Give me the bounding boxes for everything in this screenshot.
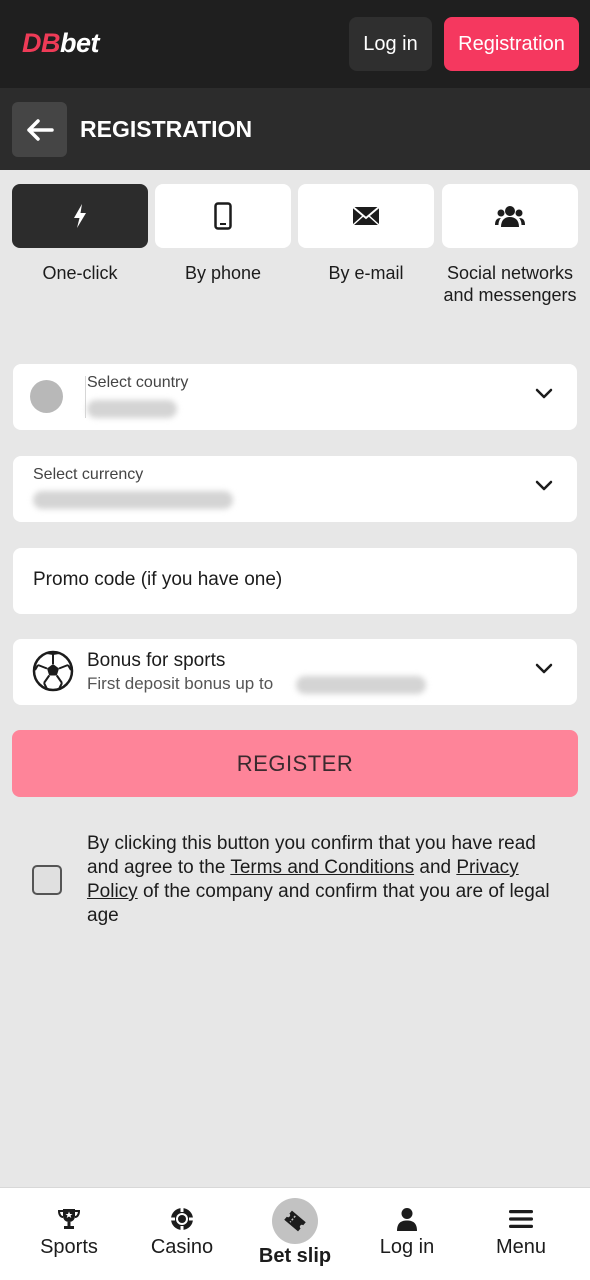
- consent-text: By clicking this button you confirm that…: [87, 833, 550, 926]
- tab-label-one-click: One-click: [42, 263, 118, 283]
- currency-select[interactable]: Select currency: [13, 456, 577, 522]
- nav-sports[interactable]: Sports: [24, 1188, 114, 1280]
- casino-chip-icon: [171, 1208, 193, 1230]
- user-icon: [397, 1208, 417, 1231]
- tab-by-email[interactable]: [298, 184, 434, 248]
- bonus-title: Bonus for sports: [87, 650, 226, 671]
- nav-menu-label: Menu: [495, 1236, 547, 1258]
- nav-sports-label: Sports: [40, 1236, 98, 1258]
- login-button[interactable]: Log in: [349, 17, 432, 71]
- bonus-amount-redacted: [296, 676, 426, 694]
- phone-icon: [214, 202, 232, 230]
- nav-login-label: Log in: [379, 1236, 435, 1258]
- nav-bet-slip-label[interactable]: Bet slip: [240, 1245, 350, 1268]
- promo-code-placeholder: Promo code (if you have one): [33, 569, 283, 590]
- soccer-ball-icon: [32, 650, 74, 692]
- divider: [85, 376, 86, 418]
- nav-login[interactable]: Log in: [362, 1188, 452, 1280]
- users-icon: [495, 206, 525, 227]
- tab-one-click[interactable]: [12, 184, 148, 248]
- currency-label: Select currency: [33, 466, 144, 483]
- currency-value-redacted: [33, 491, 233, 509]
- country-select[interactable]: Select country: [13, 364, 577, 430]
- nav-casino[interactable]: Casino: [137, 1188, 227, 1280]
- back-button[interactable]: [12, 102, 67, 157]
- dbbet-logo[interactable]: DBbet: [22, 28, 100, 59]
- register-button[interactable]: REGISTER: [12, 730, 578, 797]
- top-bar: DBbet Log in Registration: [0, 0, 590, 88]
- envelope-icon: [352, 206, 380, 226]
- lightning-icon: [74, 204, 86, 228]
- nav-casino-label: Casino: [150, 1236, 214, 1258]
- page-header: REGISTRATION: [0, 88, 590, 170]
- chevron-down-icon: [535, 388, 553, 399]
- chevron-down-icon: [535, 663, 553, 674]
- chevron-down-icon: [535, 480, 553, 491]
- bonus-subtitle: First deposit bonus up to: [87, 674, 274, 693]
- tab-label-by-phone: By phone: [184, 263, 262, 283]
- bottom-nav: Sports Casino Bet slip Log in Menu: [0, 1187, 590, 1280]
- trophy-icon: [57, 1209, 81, 1229]
- country-label: Select country: [87, 374, 189, 391]
- consent-checkbox[interactable]: [32, 865, 62, 895]
- hamburger-icon: [509, 1210, 533, 1228]
- country-flag: [30, 380, 63, 413]
- country-value-redacted: [87, 400, 177, 418]
- nav-bet-slip[interactable]: [272, 1198, 318, 1244]
- tab-by-phone[interactable]: [155, 184, 291, 248]
- bonus-select[interactable]: Bonus for sports First deposit bonus up …: [13, 639, 577, 705]
- nav-menu[interactable]: Menu: [476, 1188, 566, 1280]
- ticket-icon: [284, 1210, 306, 1232]
- tab-social-networks[interactable]: [442, 184, 578, 248]
- arrow-left-icon: [26, 118, 54, 141]
- registration-button[interactable]: Registration: [444, 17, 579, 71]
- terms-link[interactable]: Terms and Conditions: [230, 857, 414, 878]
- promo-code-input[interactable]: Promo code (if you have one): [13, 548, 577, 614]
- tab-label-social-networks: Social networks and messengers: [443, 263, 577, 305]
- page-title: REGISTRATION: [80, 116, 253, 142]
- tab-label-by-email: By e-mail: [328, 263, 404, 283]
